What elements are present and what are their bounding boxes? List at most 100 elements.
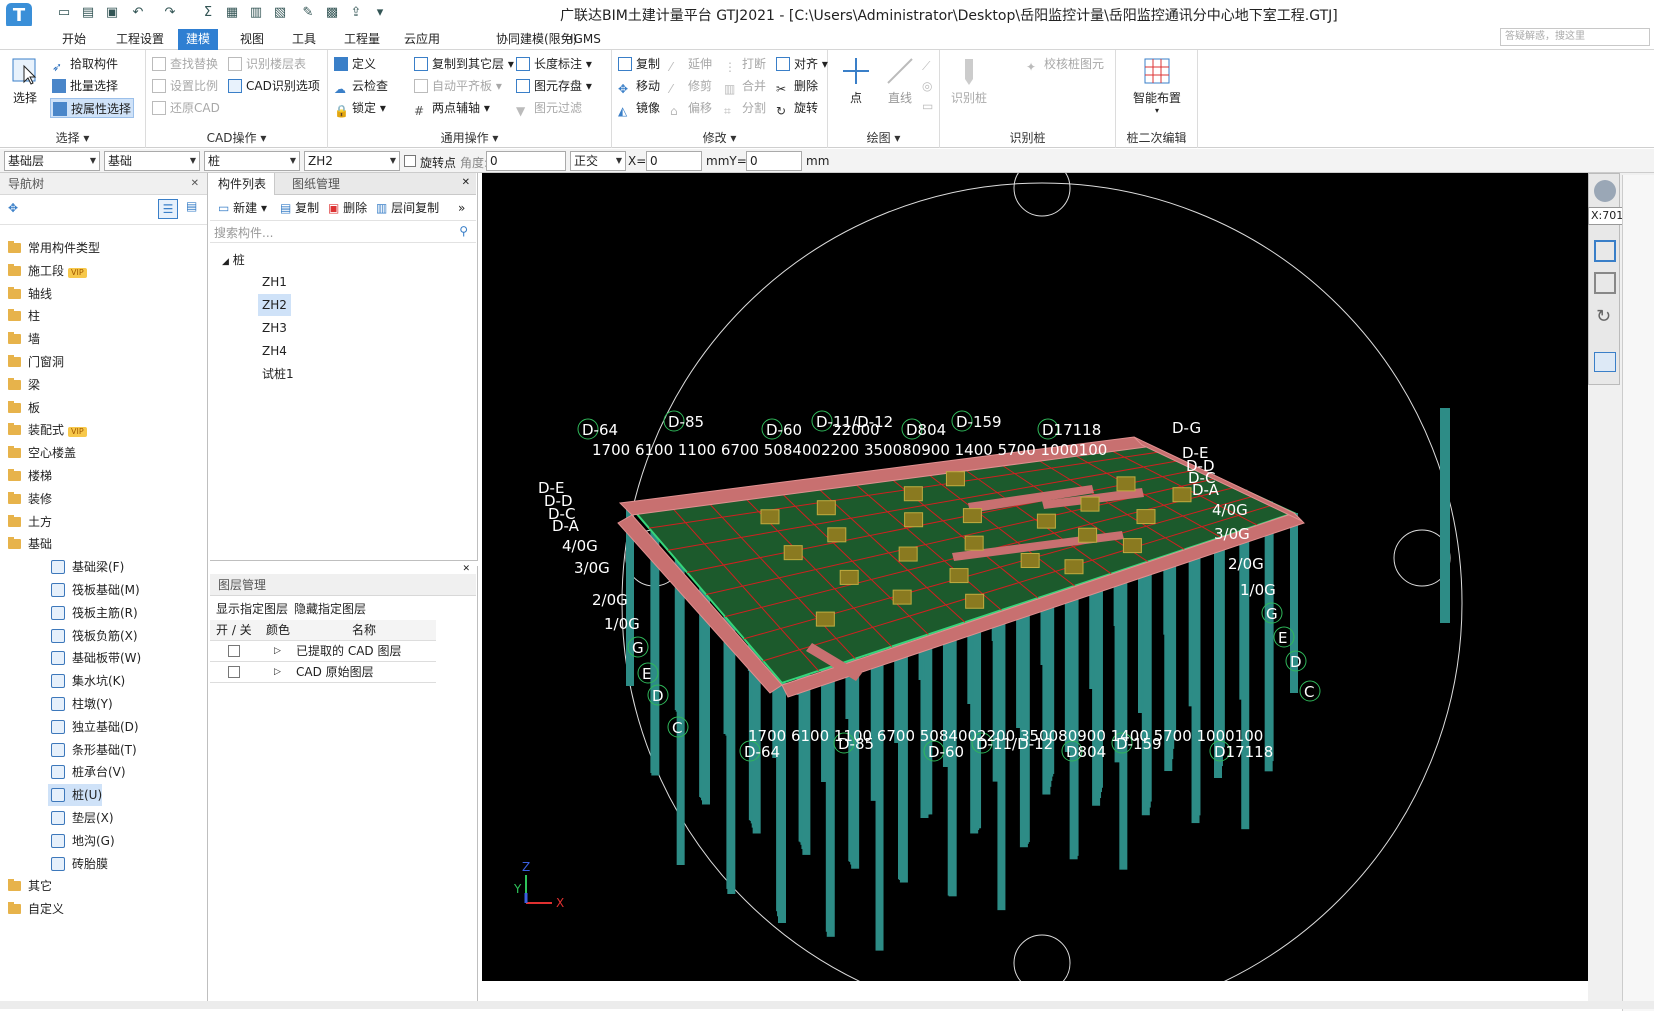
- rotate-view-icon[interactable]: ↻: [1596, 306, 1611, 327]
- expand-icon[interactable]: ▷: [274, 662, 281, 683]
- component-group-pile[interactable]: ◢ 桩: [222, 249, 245, 271]
- cad-identify-options-button[interactable]: CAD识别选项: [226, 76, 320, 96]
- list-view-icon[interactable]: ☰: [158, 199, 178, 219]
- element-filter-button[interactable]: ▼ 图元过滤: [514, 98, 582, 118]
- tab-start[interactable]: 开始: [54, 29, 94, 50]
- element-save-button[interactable]: 图元存盘 ▾: [514, 76, 592, 96]
- save-icon[interactable]: ▣: [104, 5, 120, 21]
- properties-side-strip[interactable]: [1622, 175, 1654, 1011]
- component-item[interactable]: 试桩1: [258, 363, 298, 385]
- nav-tree-subitem[interactable]: 砖胎膜: [48, 853, 108, 875]
- nav-tree-item[interactable]: 常用构件类型: [6, 237, 100, 259]
- sum-icon[interactable]: Σ: [200, 5, 216, 21]
- pick-component-button[interactable]: ➶ 拾取构件: [50, 54, 118, 74]
- layout-icon[interactable]: [1594, 352, 1616, 372]
- angle-input[interactable]: 0: [486, 151, 566, 171]
- view-report-icon[interactable]: ▥: [248, 5, 264, 21]
- modify-group-label[interactable]: 修改 ▾: [612, 129, 827, 146]
- nav-tree-item[interactable]: 墙: [6, 328, 40, 350]
- nav-tree-subitem[interactable]: 基础板带(W): [48, 647, 141, 669]
- layer-row[interactable]: ▷ 已提取的 CAD 图层: [210, 641, 436, 662]
- view-cube-icon[interactable]: [1594, 240, 1616, 262]
- copy-to-other-floor-button[interactable]: 复制到其它层 ▾: [412, 54, 514, 74]
- delete-button[interactable]: ✂ 删除: [774, 76, 818, 96]
- tree-view-icon[interactable]: ▤: [186, 199, 197, 213]
- extend-button[interactable]: ⁄ 延伸: [668, 54, 712, 74]
- cloud-check-button[interactable]: ☁ 云检查: [332, 76, 388, 96]
- move-button[interactable]: ✥ 移动: [616, 76, 660, 96]
- nav-tree-item[interactable]: 板: [6, 397, 40, 419]
- nav-tree-subitem[interactable]: 集水坑(K): [48, 670, 125, 692]
- layer-row[interactable]: ▷ CAD 原始图层: [210, 662, 436, 683]
- check-pile-button[interactable]: ✦ 校核桩图元: [1024, 54, 1104, 74]
- trim-button[interactable]: ⁄ 修剪: [668, 76, 712, 96]
- tab-cloud[interactable]: 云应用: [396, 29, 448, 50]
- align-button[interactable]: 对齐 ▾: [774, 54, 828, 74]
- nav-tree-item[interactable]: 自定义: [6, 898, 64, 920]
- split-button[interactable]: ⌗ 分割: [722, 98, 766, 118]
- component-select[interactable]: ZH2 ▼: [304, 151, 400, 171]
- model-canvas[interactable]: D-64 D-85 D-60 D-11/D-12 D804 D-159 D17118D-64…: [482, 159, 1588, 1011]
- component-search-input[interactable]: 搜索构件...: [214, 224, 273, 241]
- layer-toggle-checkbox[interactable]: [228, 645, 240, 657]
- orbit-icon[interactable]: [1594, 180, 1616, 202]
- nav-tree-item[interactable]: 楼梯: [6, 465, 52, 487]
- nav-tree-subitem[interactable]: 独立基础(D): [48, 716, 139, 738]
- find-replace-button[interactable]: 查找替换: [150, 54, 218, 74]
- nav-tree-item[interactable]: 门窗洞: [6, 351, 64, 373]
- rotate-button[interactable]: ↻ 旋转: [774, 98, 818, 118]
- open-file-icon[interactable]: ▤: [80, 5, 96, 21]
- nav-tree-subitem[interactable]: 筏板负筋(X): [48, 625, 138, 647]
- set-scale-button[interactable]: 设置比例: [150, 76, 218, 96]
- draw-group-label[interactable]: 绘图 ▾: [828, 129, 939, 146]
- new-file-icon[interactable]: ▭: [56, 5, 72, 21]
- nav-tree-subitem[interactable]: 基础梁(F): [48, 556, 124, 578]
- close-icon[interactable]: ✕: [210, 565, 476, 574]
- break-button[interactable]: ⋮ 打断: [722, 54, 766, 74]
- nav-tree-item[interactable]: 基础: [6, 533, 52, 555]
- report-icon[interactable]: ▦: [224, 5, 240, 21]
- nav-tree-subitem[interactable]: 条形基础(T): [48, 739, 137, 761]
- tab-igms[interactable]: IGMS: [562, 29, 609, 50]
- nav-tree-item[interactable]: 柱: [6, 305, 40, 327]
- expand-icon[interactable]: ▷: [274, 641, 281, 662]
- identify-pile-button[interactable]: 识别桩: [946, 56, 992, 106]
- new-component-button[interactable]: ▭ 新建 ▾: [218, 198, 267, 218]
- hide-layer-button[interactable]: 隐藏指定图层: [294, 600, 366, 617]
- edit-icon[interactable]: ✎: [300, 5, 316, 21]
- nav-tree-item[interactable]: 施工段 VIP: [6, 260, 87, 282]
- auto-flush-slab-button[interactable]: 自动平齐板 ▾: [412, 76, 502, 96]
- 3d-viewport[interactable]: D-64 D-85 D-60 D-11/D-12 D804 D-159 D17118 D-64…: [482, 159, 1588, 1011]
- nav-tree-subitem[interactable]: 筏板主筋(R): [48, 602, 138, 624]
- nav-tree-item[interactable]: 梁: [6, 374, 40, 396]
- layer-toggle-checkbox[interactable]: [228, 666, 240, 678]
- smart-layout-button[interactable]: 智能布置 ▾: [1122, 56, 1192, 115]
- batch-select-button[interactable]: 批量选择: [50, 76, 118, 96]
- length-dimension-button[interactable]: 长度标注 ▾: [514, 54, 592, 74]
- select-by-property-button[interactable]: 按属性选择: [50, 98, 134, 118]
- search-icon[interactable]: ⚲: [459, 224, 468, 238]
- restore-cad-button[interactable]: 还原CAD: [150, 98, 220, 118]
- floor-copy-button[interactable]: ▥ 层间复制: [376, 198, 439, 218]
- undo-icon[interactable]: ↶: [130, 5, 146, 21]
- offset-button[interactable]: ⌂ 偏移: [668, 98, 712, 118]
- tab-quantity[interactable]: 工程量: [336, 29, 388, 50]
- common-ops-group-label[interactable]: 通用操作 ▾: [328, 129, 611, 146]
- more-tools-icon[interactable]: »: [458, 198, 465, 218]
- nav-tree-item[interactable]: 装配式 VIP: [6, 419, 87, 441]
- floor-select[interactable]: 基础层 ▼: [4, 151, 100, 171]
- view-3d-icon[interactable]: [1594, 272, 1616, 294]
- close-icon[interactable]: ✕: [191, 173, 199, 195]
- identify-floor-table-button[interactable]: 识别楼层表: [226, 54, 306, 74]
- two-point-axis-button[interactable]: # 两点辅轴 ▾: [412, 98, 490, 118]
- component-item[interactable]: ZH4: [258, 340, 291, 362]
- nav-tree-item[interactable]: 轴线: [6, 283, 52, 305]
- point-button[interactable]: 点: [836, 56, 876, 106]
- component-item[interactable]: ZH1: [258, 271, 291, 293]
- type-select[interactable]: 桩 ▼: [204, 151, 300, 171]
- nav-tree-item[interactable]: 装修: [6, 488, 52, 510]
- select-button[interactable]: 选择: [6, 56, 44, 116]
- component-search[interactable]: 搜索构件... ⚲: [210, 221, 476, 243]
- close-icon[interactable]: ✕: [462, 177, 470, 188]
- nav-tree-subitem[interactable]: 地沟(G): [48, 830, 115, 852]
